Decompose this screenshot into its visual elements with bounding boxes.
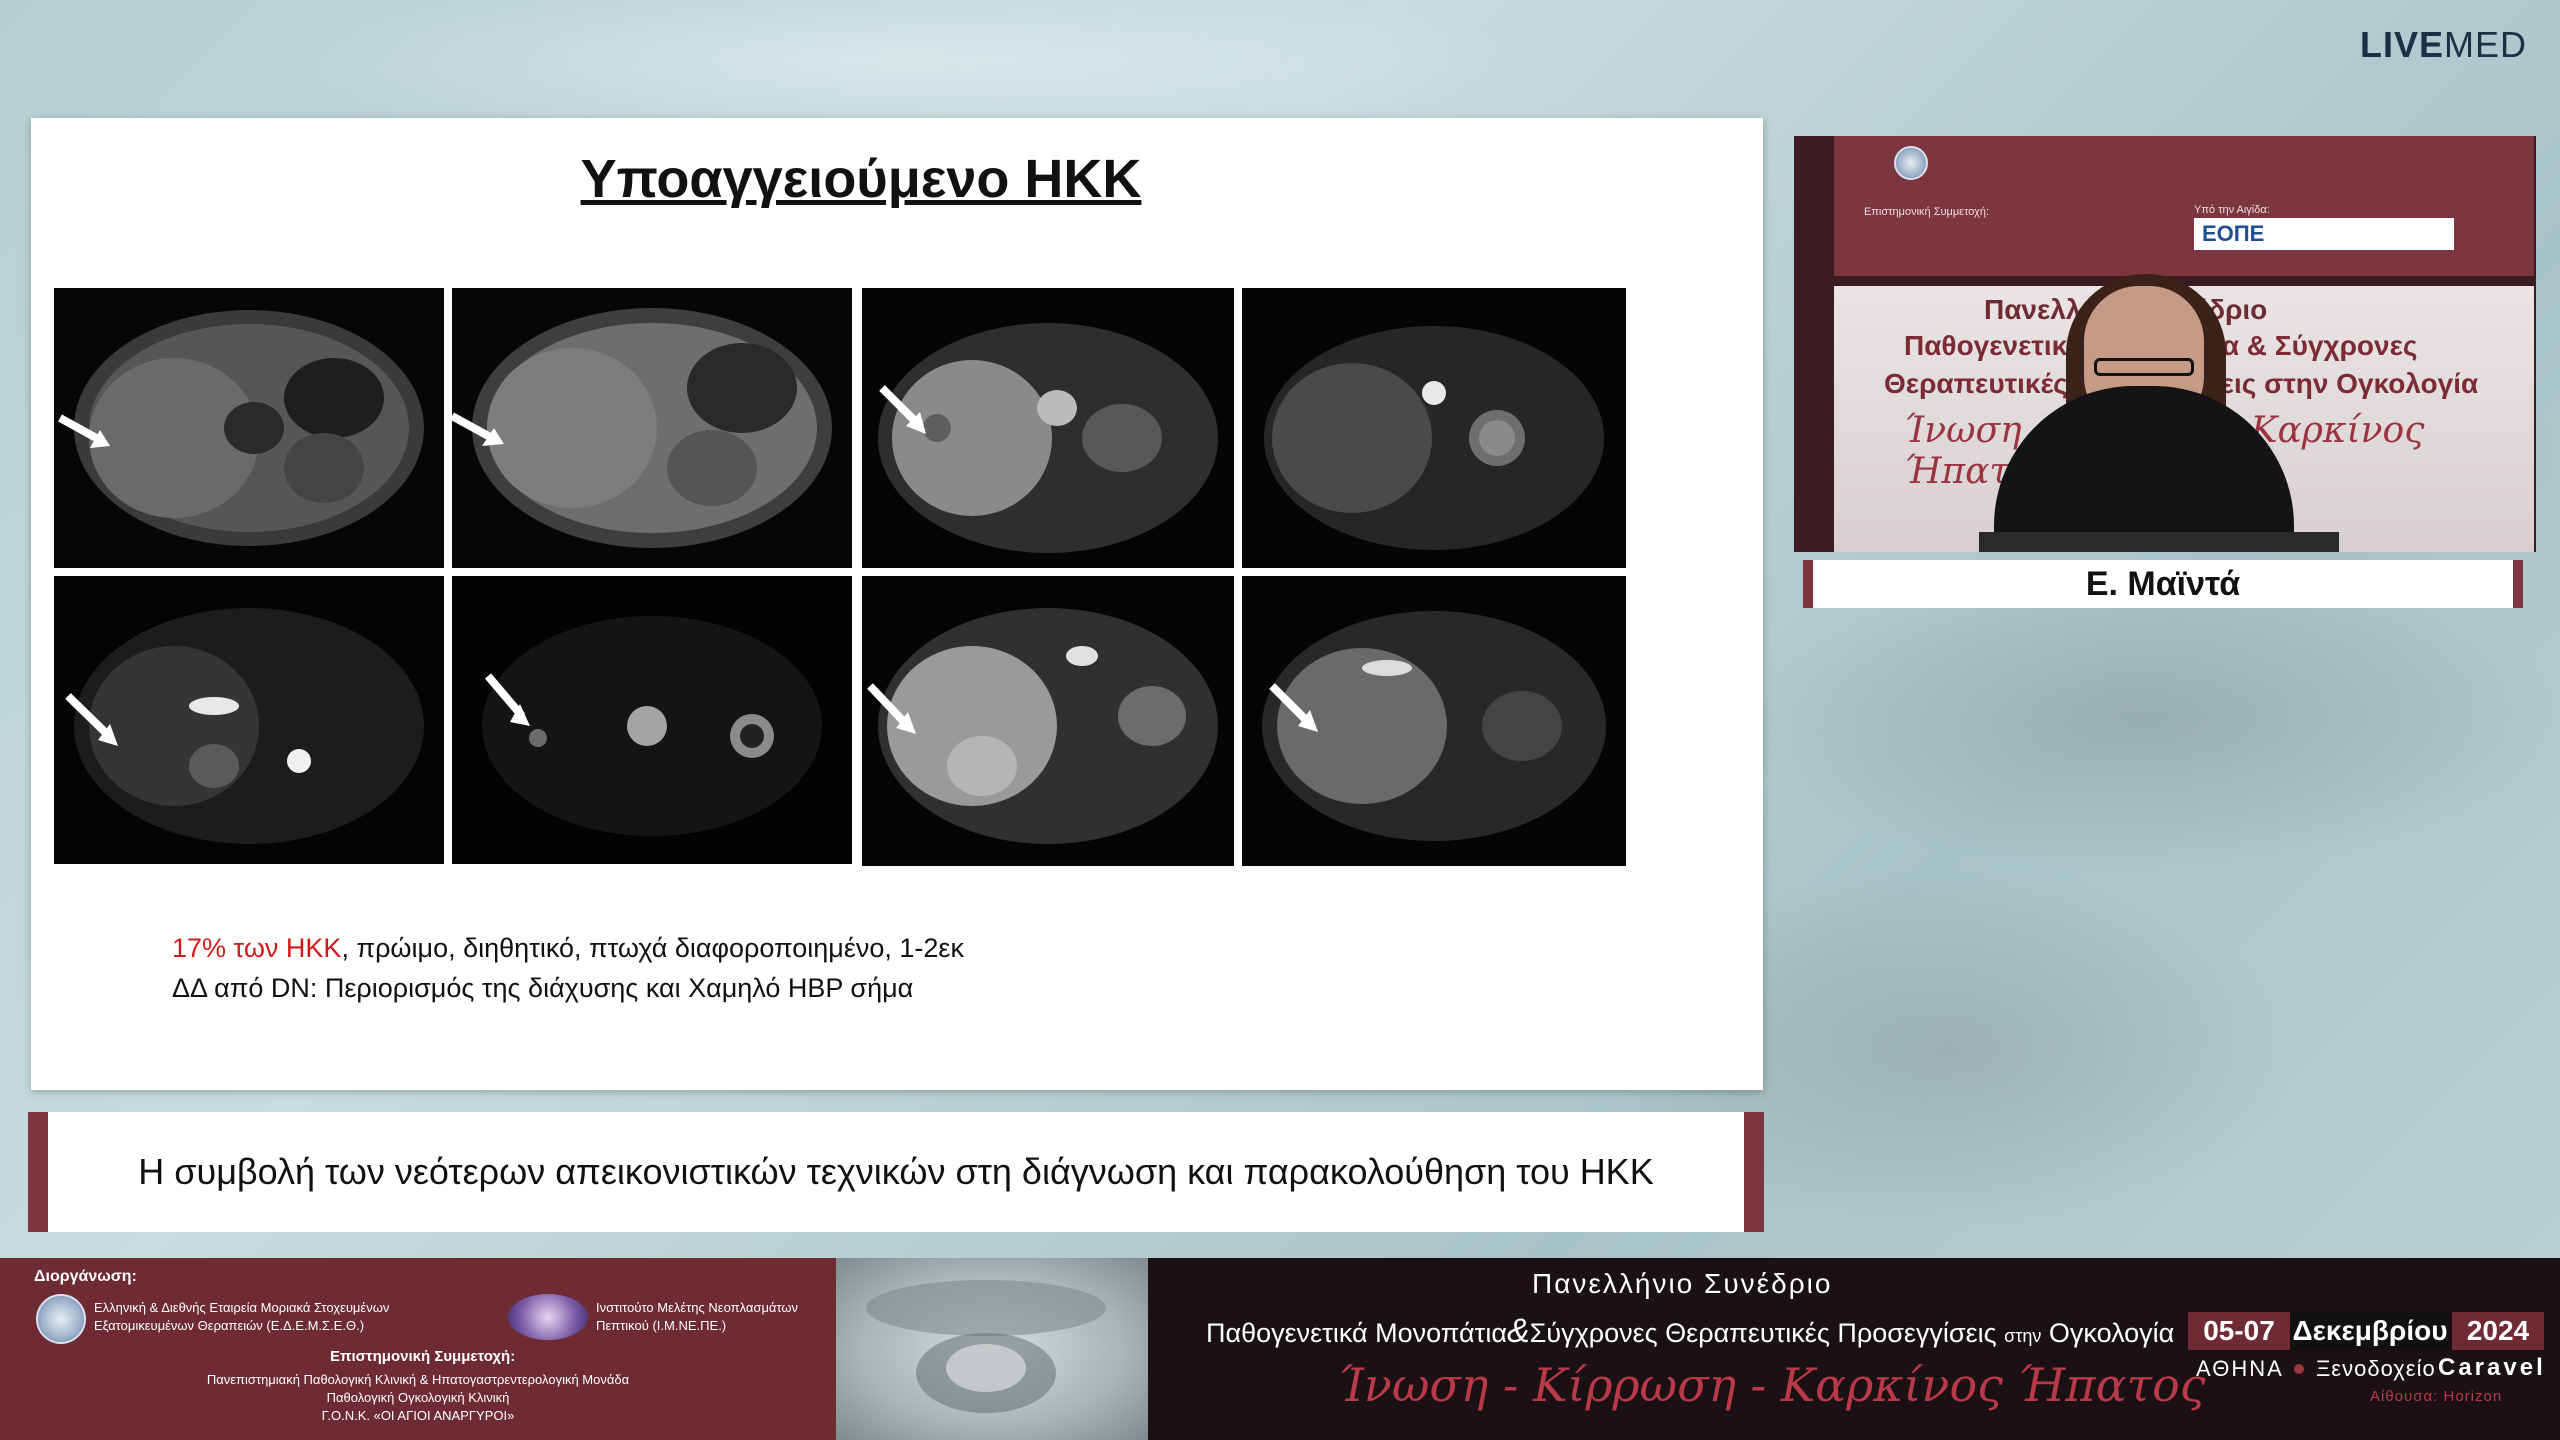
video-emblem-icon <box>1894 146 1928 180</box>
lectern <box>1979 532 2339 552</box>
mri-image-7 <box>862 576 1234 866</box>
edemseth-emblem-icon <box>36 1294 86 1344</box>
mri-image-5 <box>54 576 444 864</box>
footer-organizers: Διοργάνωση: Ελληνική & Διεθνής Εταιρεία … <box>0 1258 836 1440</box>
event-year: 2024 <box>2452 1312 2544 1350</box>
mri-image-6 <box>452 576 852 864</box>
mri-image-grid <box>54 288 1654 988</box>
separator-dot <box>2294 1364 2304 1374</box>
event-month: Δεκεμβρίου <box>2290 1312 2450 1350</box>
mri-image-3 <box>862 288 1234 568</box>
mri-image-1 <box>54 288 444 568</box>
footer-congress-info: Πανελλήνιο Συνέδριο Παθογενετικά Μονοπάτ… <box>1148 1258 2560 1440</box>
video-banner-top: Επιστημονική Συμμετοχή: Υπό την Αιγίδα: … <box>1834 136 2534 276</box>
speaker-name-plate: Ε. Μαϊντά <box>1803 560 2523 608</box>
livemed-logo: LIVEMED <box>2360 24 2528 65</box>
mri-image-8 <box>1242 576 1626 866</box>
slide-title: Υποαγγειούμενο ΗΚΚ <box>580 149 1142 209</box>
event-dates: 05-07 <box>2188 1312 2290 1350</box>
caption-line-2: ΔΔ από DN: Περιορισμός της διάχυσης και … <box>172 973 914 1003</box>
video-sponsor-strip: ΕΟΠΕ <box>2194 218 2454 250</box>
speaker-glasses <box>2094 358 2194 376</box>
caption-line-1: 17% των ΗΚΚ, πρώιμο, διηθητικό, πτωχά δι… <box>172 933 964 963</box>
mri-image-4 <box>1242 288 1626 568</box>
lecture-title: Η συμβολή των νεότερων απεικονιστικών τε… <box>138 1151 1654 1192</box>
slide-caption: 17% των ΗΚΚ, πρώιμο, διηθητικό, πτωχά δι… <box>172 928 1672 1008</box>
caption-highlight: 17% των ΗΚΚ <box>172 933 342 963</box>
imnepe-emblem-icon <box>508 1294 588 1340</box>
event-city: ΑΘΗΝΑ <box>2196 1356 2284 1381</box>
lecture-title-bar: Η συμβολή των νεότερων απεικονιστικών τε… <box>28 1112 1764 1232</box>
congress-subtitle: Παθογενετικά Μονοπάτια&Σύγχρονες Θεραπευ… <box>1206 1312 2175 1350</box>
footer-artwork <box>836 1258 1148 1440</box>
presentation-slide: Υποαγγειούμενο ΗΚΚ 17% των ΗΚΚ, πρώιμο, <box>31 118 1763 1090</box>
mri-image-2 <box>452 288 852 568</box>
event-footer: Διοργάνωση: Ελληνική & Διεθνής Εταιρεία … <box>0 1258 2560 1440</box>
speaker-video: Επιστημονική Συμμετοχή: Υπό την Αιγίδα: … <box>1794 136 2536 552</box>
